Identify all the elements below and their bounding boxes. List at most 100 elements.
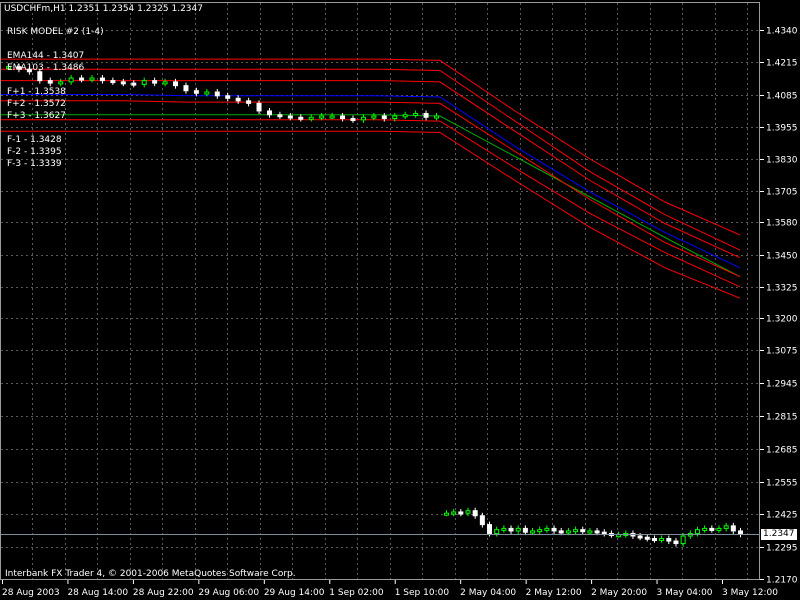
axes: 1.4340 1.4215 1.4085 1.3955 1.3830 1.3705 1.35… <box>0 2 798 598</box>
candle-lower <box>558 530 564 534</box>
candle-lower <box>680 535 686 545</box>
x-tick-label: 2 May 12:00 <box>526 588 582 598</box>
candle-upper <box>235 97 241 102</box>
candle-upper <box>434 115 439 119</box>
candle-lower <box>644 536 650 540</box>
candle-lower <box>673 540 679 545</box>
candle-lower <box>565 530 571 534</box>
candle-upper <box>371 115 377 119</box>
candle-lower <box>709 527 715 531</box>
candle-lower <box>730 525 736 532</box>
copyright-text: Interbank FX Trader 4, © 2001-2006 MetaQ… <box>5 569 296 579</box>
candle-lower <box>515 527 521 532</box>
candle-upper <box>214 91 220 97</box>
candle-lower <box>444 512 449 516</box>
candle-upper <box>413 112 419 116</box>
candle-lower <box>544 527 550 531</box>
y-tick-label: 1.2425 <box>766 511 798 521</box>
candle-upper <box>225 95 231 99</box>
model-label: RISK MODEL #2 (1-4) <box>7 27 104 37</box>
candle-upper <box>308 116 314 120</box>
x-tick-label: 29 Aug 06:00 <box>198 588 259 598</box>
candle-lower <box>587 530 593 534</box>
candle-upper <box>99 77 105 82</box>
candle-upper <box>120 81 126 85</box>
candles <box>6 63 743 547</box>
f-minus-2-label: F-2 - 1.3395 <box>7 147 62 157</box>
y-tick-label: 1.3830 <box>766 156 798 166</box>
candle-lower <box>465 510 471 514</box>
chart-window[interactable]: 1.4340 1.4215 1.4085 1.3955 1.3830 1.3705 1.35… <box>0 0 800 600</box>
candle-lower <box>702 527 708 531</box>
y-tick-label: 1.2170 <box>766 576 798 586</box>
candle-upper <box>319 115 325 119</box>
y-tick-label: 1.4215 <box>766 59 798 69</box>
candle-lower <box>537 529 543 533</box>
band-fplus1 <box>0 80 741 259</box>
candle-lower <box>659 538 665 542</box>
y-tick-label: 1.3580 <box>766 219 798 229</box>
candle-lower <box>601 531 607 535</box>
y-tick-label: 1.3075 <box>766 347 798 357</box>
price-chart[interactable]: 1.4340 1.4215 1.4085 1.3955 1.3830 1.3705 1.35… <box>0 0 800 600</box>
x-tick-label: 28 Aug 2003 <box>2 588 60 598</box>
y-tick-label: 1.2555 <box>766 479 798 489</box>
x-tick-label: 1 Sep 02:00 <box>329 588 384 598</box>
x-tick-label: 1 Sep 10:00 <box>395 588 450 598</box>
candle-upper <box>392 115 398 120</box>
y-tick-label: 1.4085 <box>766 92 798 102</box>
candle-upper <box>193 90 199 94</box>
f-plus-3-label: F+3 - 1.3627 <box>7 111 66 121</box>
candle-upper <box>131 82 137 86</box>
candle-upper <box>350 118 356 122</box>
f-minus-1-label: F-1 - 1.3428 <box>7 135 62 145</box>
y-tick-label: 1.4340 <box>766 27 798 37</box>
y-tick-label: 1.3200 <box>766 315 798 325</box>
candle-upper <box>47 80 53 84</box>
candle-upper <box>173 81 179 87</box>
candle-lower <box>637 535 643 539</box>
candle-lower <box>580 529 586 533</box>
candle-lower <box>458 511 464 515</box>
band-fminus3 <box>0 130 741 299</box>
ema103-label: EMA103 - 1.3486 <box>7 63 85 73</box>
candle-upper <box>381 115 387 120</box>
x-tick-label: 29 Aug 14:00 <box>264 588 325 598</box>
x-tick-label: 3 May 04:00 <box>657 588 713 598</box>
candle-lower <box>551 527 557 532</box>
candle-upper <box>298 116 304 120</box>
candle-lower <box>487 524 493 534</box>
candle-lower <box>530 530 536 534</box>
y-tick-label: 1.2685 <box>766 446 798 456</box>
candle-lower <box>573 529 579 533</box>
candle-lower <box>508 527 514 532</box>
candle-upper <box>68 77 74 83</box>
candle-upper <box>360 116 366 121</box>
candle-lower <box>501 527 507 531</box>
candle-upper <box>256 102 262 112</box>
candle-upper <box>162 81 168 85</box>
y-tick-label: 1.3450 <box>766 252 798 262</box>
candle-upper <box>89 77 95 81</box>
candle-lower <box>723 525 729 529</box>
candle-lower <box>451 511 457 515</box>
band-fplus3 <box>0 58 741 236</box>
x-tick-label: 3 May 12:00 <box>722 588 778 598</box>
candle-lower <box>666 538 672 542</box>
candle-upper <box>423 112 429 118</box>
candle-lower <box>738 530 743 535</box>
candle-upper <box>402 114 408 118</box>
candle-upper <box>79 77 85 81</box>
candle-lower <box>494 529 500 534</box>
candle-upper <box>152 80 158 84</box>
x-tick-label: 2 May 04:00 <box>460 588 516 598</box>
candle-upper <box>340 115 346 120</box>
candle-upper <box>287 115 293 119</box>
candle-lower <box>522 527 528 533</box>
candle-upper <box>277 114 283 118</box>
candle-lower <box>479 515 485 526</box>
x-tick-label: 28 Aug 14:00 <box>67 588 128 598</box>
candle-upper <box>329 115 335 119</box>
y-tick-label: 1.3325 <box>766 284 798 294</box>
y-tick-label: 1.3955 <box>766 124 798 134</box>
